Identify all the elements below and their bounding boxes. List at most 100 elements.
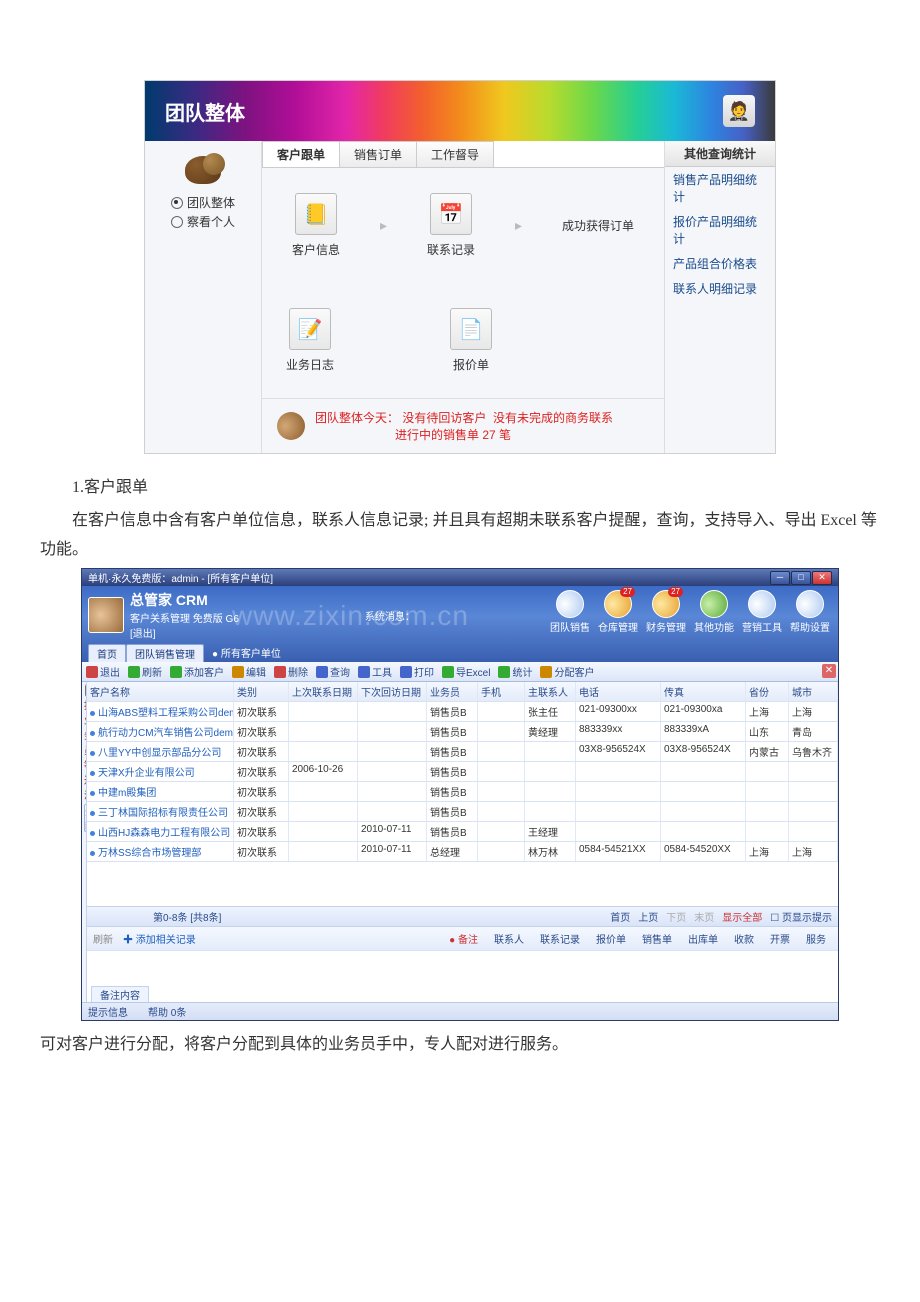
other-stats-panel: 其他查询统计 销售产品明细统计 报价产品明细统计 产品组合价格表 联系人明细记录: [664, 141, 775, 453]
grid-header: 客户名称类别上次联系日期下次回访日期业务员手机主联系人电话传真省份城市: [87, 682, 838, 702]
toolbar-item[interactable]: 添加客户: [170, 664, 224, 679]
flow-quote[interactable]: 📄报价单: [450, 308, 492, 373]
toolbar-item[interactable]: 退出: [86, 664, 120, 679]
toolbar: 退出刷新添加客户编辑删除查询工具打印导Excel 统计分配客户 ✕: [82, 662, 838, 682]
toolbar-item[interactable]: 统计: [498, 664, 532, 679]
dashboard-title: 团队整体: [165, 97, 245, 126]
crm-screenshot: 单机·永久免费版：admin - [所有客户单位] ─ □ ✕ 总管家 CRM …: [81, 568, 839, 1021]
nav-item[interactable]: 团队销售: [548, 590, 592, 634]
notepad-icon: 📝: [289, 308, 331, 350]
col-header[interactable]: 业务员: [427, 682, 478, 701]
section-heading: 1.客户跟单: [40, 474, 880, 503]
pager-prev[interactable]: 上页: [638, 909, 658, 924]
status-bar: 团队整体今天： 没有待回访客户 没有未完成的商务联系 进行中的销售单 27 笔: [262, 398, 664, 453]
table-row[interactable]: 三丁林国际招标有限责任公司初次联系销售员B: [87, 802, 838, 822]
sub-tab[interactable]: 出库单: [682, 930, 724, 947]
panel-close-button[interactable]: ✕: [822, 664, 836, 678]
col-header[interactable]: 下次回访日期: [358, 682, 427, 701]
toolbar-item[interactable]: 工具: [358, 664, 392, 679]
close-button[interactable]: ✕: [812, 571, 832, 585]
sub-tab[interactable]: 开票: [764, 930, 796, 947]
link-combo-price[interactable]: 产品组合价格表: [665, 251, 775, 276]
crm-header: 总管家 CRM 客户关系管理 免费版 G6 [退出] 系统消息： www.zix…: [82, 586, 838, 662]
col-header[interactable]: 传真: [661, 682, 746, 701]
addressbook-icon: 📒: [295, 193, 337, 235]
arrow-icon: ▸: [380, 217, 387, 234]
flow-work-log[interactable]: 📝业务日志: [286, 308, 334, 373]
memo-area[interactable]: 备注内容: [87, 950, 838, 1003]
tab-work-supervise[interactable]: 工作督导: [416, 141, 494, 167]
nav-item[interactable]: 帮助设置: [788, 590, 832, 634]
window-titlebar: 单机·永久免费版：admin - [所有客户单位] ─ □ ✕: [82, 569, 838, 586]
table-row[interactable]: 山海ABS塑料工程采购公司demo初次联系销售员B张主任021-09300xx0…: [87, 702, 838, 722]
sub-tab[interactable]: 联系人: [488, 930, 530, 947]
col-header[interactable]: 城市: [789, 682, 838, 701]
maximize-button[interactable]: □: [791, 571, 811, 585]
toolbar-item[interactable]: 导Excel: [442, 664, 490, 679]
sub-tab[interactable]: 报价单: [590, 930, 632, 947]
tab-sales-order[interactable]: 销售订单: [339, 141, 417, 167]
col-header[interactable]: 手机: [478, 682, 525, 701]
statusbar: 提示信息 帮助 0条: [82, 1002, 838, 1020]
user-avatar[interactable]: [88, 597, 124, 633]
sub-tab[interactable]: 收款: [728, 930, 760, 947]
col-header[interactable]: 类别: [234, 682, 289, 701]
link-sales-detail[interactable]: 销售产品明细统计: [665, 167, 775, 209]
toolbar-item[interactable]: 打印: [400, 664, 434, 679]
pager-next[interactable]: 下页: [666, 909, 686, 924]
col-header[interactable]: 省份: [746, 682, 789, 701]
radio-team[interactable]: 团队整体: [153, 194, 253, 211]
nav-item[interactable]: 27仓库管理: [596, 590, 640, 634]
tab2-all-customers[interactable]: ● 所有客户单位: [204, 644, 289, 662]
toolbar-item[interactable]: 删除: [274, 664, 308, 679]
table-row[interactable]: 万林SS综合市场管理部初次联系2010-07-11总经理林万林0584-5452…: [87, 842, 838, 862]
tab2-team-sales[interactable]: 团队销售管理: [126, 644, 204, 662]
tab2-home[interactable]: 首页: [88, 644, 126, 662]
avatar-icon: [277, 412, 305, 440]
nav-item[interactable]: 营销工具: [740, 590, 784, 634]
link-contact-detail[interactable]: 联系人明细记录: [665, 276, 775, 301]
sub-toolbar: 刷新 ✚ 添加相关记录 ● 备注联系人联系记录报价单销售单出库单收款开票服务: [87, 926, 838, 950]
main-tabs: 客户跟单 销售订单 工作督导: [262, 141, 664, 168]
flow-row-1: 📒客户信息 ▸ 📅联系记录 ▸ 成功获得订单: [262, 168, 664, 283]
calendar-icon: 📅: [430, 193, 472, 235]
sub-tab[interactable]: 联系记录: [534, 930, 586, 947]
table-row[interactable]: 航行动力CM汽车销售公司demo初次联系销售员B黄经理883339xx88333…: [87, 722, 838, 742]
table-row[interactable]: 天津X升企业有限公司初次联系2006-10-26销售员B: [87, 762, 838, 782]
exit-link[interactable]: [退出]: [130, 625, 239, 640]
toolbar-item[interactable]: 刷新: [128, 664, 162, 679]
toolbar-item[interactable]: 编辑: [232, 664, 266, 679]
col-header[interactable]: 上次联系日期: [289, 682, 358, 701]
toolbar-item[interactable]: 分配客户: [540, 664, 594, 679]
nav-item[interactable]: 27财务管理: [644, 590, 688, 634]
col-header[interactable]: 主联系人: [525, 682, 576, 701]
sub-tab[interactable]: 销售单: [636, 930, 678, 947]
sub-tab[interactable]: 服务: [800, 930, 832, 947]
grid-area: 客户名称类别上次联系日期下次回访日期业务员手机主联系人电话传真省份城市 山海AB…: [87, 682, 838, 1002]
suit-icon[interactable]: 🤵: [723, 95, 755, 127]
pager-showall[interactable]: 显示全部: [722, 909, 762, 924]
sub-add-related[interactable]: ✚ 添加相关记录: [123, 931, 196, 946]
sub-tab[interactable]: ● 备注: [443, 930, 484, 947]
col-header[interactable]: 客户名称: [87, 682, 234, 701]
minimize-button[interactable]: ─: [770, 571, 790, 585]
col-header[interactable]: 电话: [576, 682, 661, 701]
paragraph-1: 在客户信息中含有客户单位信息，联系人信息记录; 并且具有超期未联系客户提醒，查询…: [40, 507, 880, 565]
people-icon: [185, 156, 221, 184]
flow-customer-info[interactable]: 📒客户信息: [292, 193, 340, 258]
flow-contact-record[interactable]: 📅联系记录: [427, 193, 475, 258]
memo-tab[interactable]: 备注内容: [91, 986, 149, 1002]
pager-last[interactable]: 末页: [694, 909, 714, 924]
pager-first[interactable]: 首页: [610, 909, 630, 924]
toolbar-item[interactable]: 查询: [316, 664, 350, 679]
flow-order-success: 成功获得订单: [562, 217, 634, 234]
top-nav: 团队销售27仓库管理27财务管理其他功能营销工具帮助设置: [548, 590, 832, 634]
radio-individual[interactable]: 察看个人: [153, 213, 253, 230]
table-row[interactable]: 中建m殿集团初次联系销售员B: [87, 782, 838, 802]
table-row[interactable]: 山西HJ森森电力工程有限公司初次联系2010-07-11销售员B王经理: [87, 822, 838, 842]
sub-refresh[interactable]: 刷新: [93, 931, 113, 946]
link-quote-detail[interactable]: 报价产品明细统计: [665, 209, 775, 251]
nav-item[interactable]: 其他功能: [692, 590, 736, 634]
tab-customer-follow[interactable]: 客户跟单: [262, 141, 340, 167]
table-row[interactable]: 八里YY中创显示部品分公司初次联系销售员B03X8-956524X03X8-95…: [87, 742, 838, 762]
